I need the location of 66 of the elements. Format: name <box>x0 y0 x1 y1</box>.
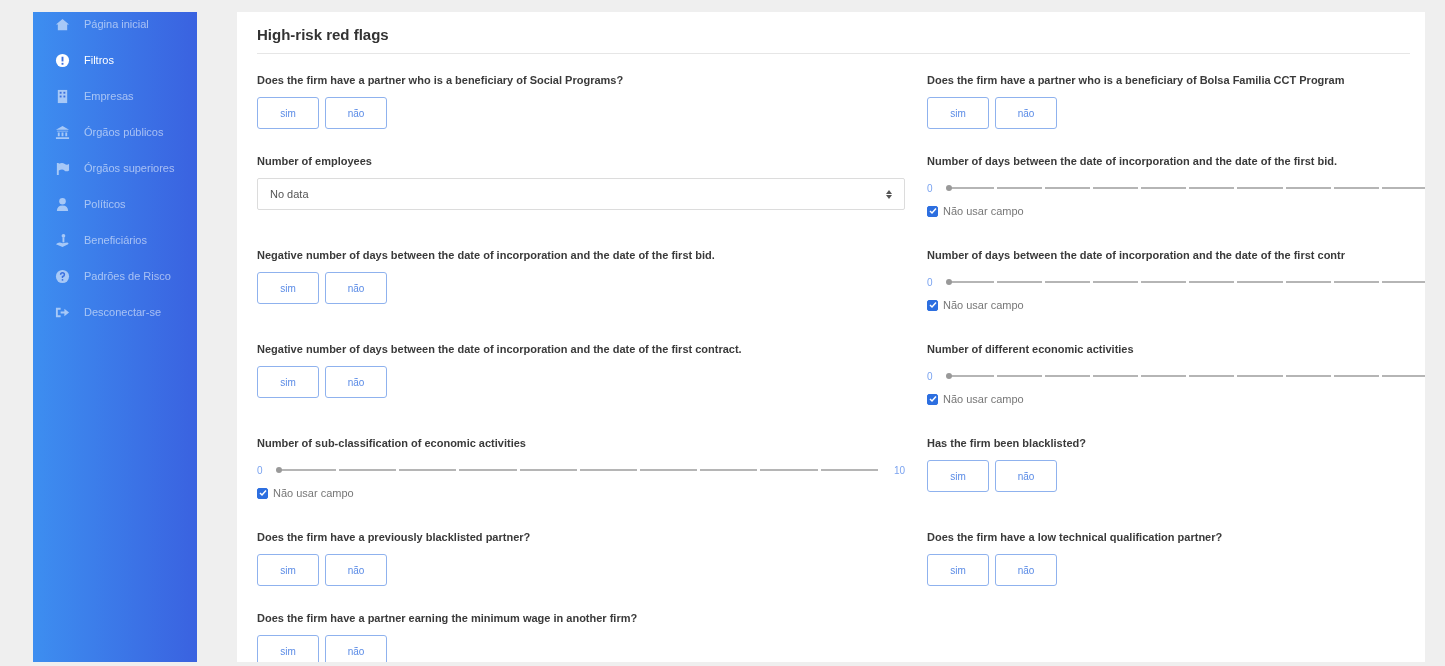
slider-min-value: 0 <box>927 182 933 194</box>
question-label: Number of sub-classification of economic activities <box>257 437 526 449</box>
answer-button[interactable]: sim <box>257 554 319 586</box>
question-label: Has the firm been blacklisted? <box>927 437 1086 449</box>
question-label: Number of days between the date of incorporation and the date of the first bid. <box>927 155 1338 167</box>
question-label: Does the firm have a previously blacklisted partner? <box>257 531 531 543</box>
sidebar-item[interactable]: Beneficiários <box>33 222 197 258</box>
answer-button[interactable]: sim <box>927 460 989 492</box>
checkbox-label: Não usar campo <box>943 299 1024 311</box>
question-label: Does the firm have a partner earning the minimum wage in another firm? <box>257 612 638 624</box>
question-label: Number of days between the date of incorporation and the date of the first contr <box>927 249 1346 261</box>
answer-button[interactable]: não <box>325 635 387 662</box>
slider-max-value: 10 <box>893 464 905 476</box>
sidebar-item[interactable]: Filtros <box>33 42 197 78</box>
select-field[interactable]: No data <box>257 178 905 210</box>
answer-button[interactable]: sim <box>927 97 989 129</box>
checkbox[interactable] <box>257 487 268 499</box>
checkbox-label: Não usar campo <box>943 393 1024 405</box>
answer-button[interactable]: não <box>325 272 387 304</box>
section-title: High-risk red flags <box>257 26 1410 54</box>
answer-button[interactable]: não <box>325 366 387 398</box>
answer-button[interactable]: não <box>325 554 387 586</box>
checkbox-label: Não usar campo <box>943 205 1024 217</box>
checkbox-label: Não usar campo <box>273 487 354 499</box>
answer-button[interactable]: não <box>995 97 1057 129</box>
sidebar-item[interactable]: Órgãos superiores <box>33 150 197 186</box>
help-icon <box>55 268 70 284</box>
question-label: Does the firm have a partner who is a beneficiary of Bolsa Familia CCT Program <box>927 74 1345 86</box>
slider-thumb[interactable] <box>945 373 952 379</box>
answer-button[interactable]: não <box>325 97 387 129</box>
slider-thumb[interactable] <box>275 467 282 473</box>
slider-min-value: 0 <box>257 464 263 476</box>
answer-button[interactable]: sim <box>927 554 989 586</box>
sidebar-item[interactable]: Órgãos públicos <box>33 114 197 150</box>
question-label: Does the firm have a partner who is a beneficiary of Social Programs? <box>257 74 624 86</box>
checkbox[interactable] <box>927 205 938 217</box>
answer-button[interactable]: sim <box>257 97 319 129</box>
slider-min-value: 0 <box>927 276 933 288</box>
sidebar-item[interactable]: Página inicial <box>33 12 197 42</box>
checkbox[interactable] <box>927 299 938 311</box>
question-label: Number of employees <box>257 155 372 167</box>
question-label: Negative number of days between the date of incorporation and the date of the first contract. <box>257 343 742 355</box>
alert-icon <box>55 52 70 68</box>
sidebar-item[interactable]: Políticos <box>33 186 197 222</box>
caret-icon <box>886 189 892 199</box>
bank-icon <box>55 124 70 140</box>
question-label: Number of different economic activities <box>927 343 1134 355</box>
sidebar-item[interactable]: Desconectar-se <box>33 294 197 330</box>
sidebar-item[interactable]: Padrões de Risco <box>33 258 197 294</box>
slider-thumb[interactable] <box>945 279 952 285</box>
answer-button[interactable]: sim <box>257 366 319 398</box>
question-label: Negative number of days between the date of incorporation and the date of the first bid. <box>257 249 715 261</box>
slider-thumb[interactable] <box>945 185 952 191</box>
slider-min-value: 0 <box>927 370 933 382</box>
hand-icon <box>55 232 70 248</box>
home-icon <box>55 16 70 32</box>
answer-button[interactable]: não <box>995 554 1057 586</box>
sidebar-item[interactable]: Empresas <box>33 78 197 114</box>
question-label: Does the firm have a low technical qualification partner? <box>927 531 1223 543</box>
person-icon <box>55 196 70 212</box>
answer-button[interactable]: sim <box>257 635 319 662</box>
answer-button[interactable]: não <box>995 460 1057 492</box>
checkbox[interactable] <box>927 393 938 405</box>
building-icon <box>55 88 70 104</box>
flag-icon <box>55 160 70 176</box>
answer-button[interactable]: sim <box>257 272 319 304</box>
